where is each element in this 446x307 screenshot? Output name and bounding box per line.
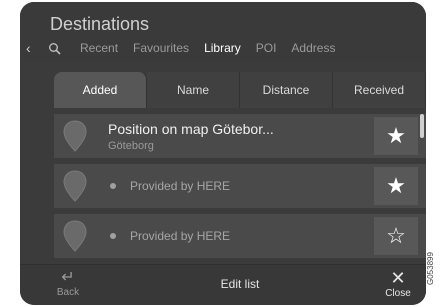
close-icon: ✕ (390, 268, 406, 288)
list-item-provider: Provided by HERE (130, 229, 231, 243)
header: Destinations ‹ Recent Favourites Library… (20, 2, 426, 62)
list-item-title: Position on map Götebor... (108, 121, 274, 137)
tab-recent[interactable]: Recent (80, 41, 118, 55)
sort-tab-added[interactable]: Added (54, 72, 147, 108)
tab-poi[interactable]: POI (256, 41, 277, 55)
list-item[interactable]: Position on map Götebor... Göteborg ★ (54, 114, 426, 158)
search-icon[interactable] (48, 42, 62, 56)
map-pin-icon (63, 120, 87, 152)
list-item-subtitle: Göteborg (108, 140, 154, 152)
close-label: Close (385, 288, 411, 299)
tab-favourites[interactable]: Favourites (133, 41, 189, 55)
bottom-bar: ↵ Back Edit list ✕ Close (20, 264, 426, 305)
destination-list: Position on map Götebor... Göteborg ★ Pr… (54, 114, 426, 258)
back-button[interactable]: ↵ Back (40, 269, 96, 298)
list-item[interactable]: Provided by HERE ☆ (54, 214, 426, 258)
tab-address[interactable]: Address (291, 41, 335, 55)
chevron-left-icon[interactable]: ‹ (26, 40, 31, 56)
favourite-star-icon[interactable]: ★ (374, 117, 418, 155)
map-pin-icon (63, 170, 87, 202)
edit-list-button[interactable]: Edit list (170, 277, 310, 291)
destination-tabs: Recent Favourites Library POI Address (80, 41, 335, 55)
bullet-icon (110, 233, 116, 239)
back-arrow-icon: ↵ (61, 269, 75, 286)
list-item[interactable]: Provided by HERE ★ (54, 164, 426, 208)
close-button[interactable]: ✕ Close (378, 268, 418, 299)
sort-tab-received[interactable]: Received (333, 72, 426, 108)
sort-tab-distance[interactable]: Distance (240, 72, 333, 108)
bullet-icon (110, 183, 116, 189)
back-label: Back (56, 287, 80, 298)
page-title: Destinations (50, 14, 150, 34)
scrollbar[interactable] (420, 114, 424, 138)
figure-code: G053899 (426, 252, 435, 285)
list-item-provider: Provided by HERE (130, 179, 231, 193)
sort-tab-name[interactable]: Name (147, 72, 240, 108)
map-pin-icon (63, 220, 87, 252)
favourite-star-outline-icon[interactable]: ☆ (374, 217, 418, 255)
tab-library[interactable]: Library (204, 41, 241, 55)
favourite-star-icon[interactable]: ★ (374, 167, 418, 205)
sort-tabs: Added Name Distance Received (54, 72, 426, 108)
screen: Destinations ‹ Recent Favourites Library… (20, 2, 426, 305)
